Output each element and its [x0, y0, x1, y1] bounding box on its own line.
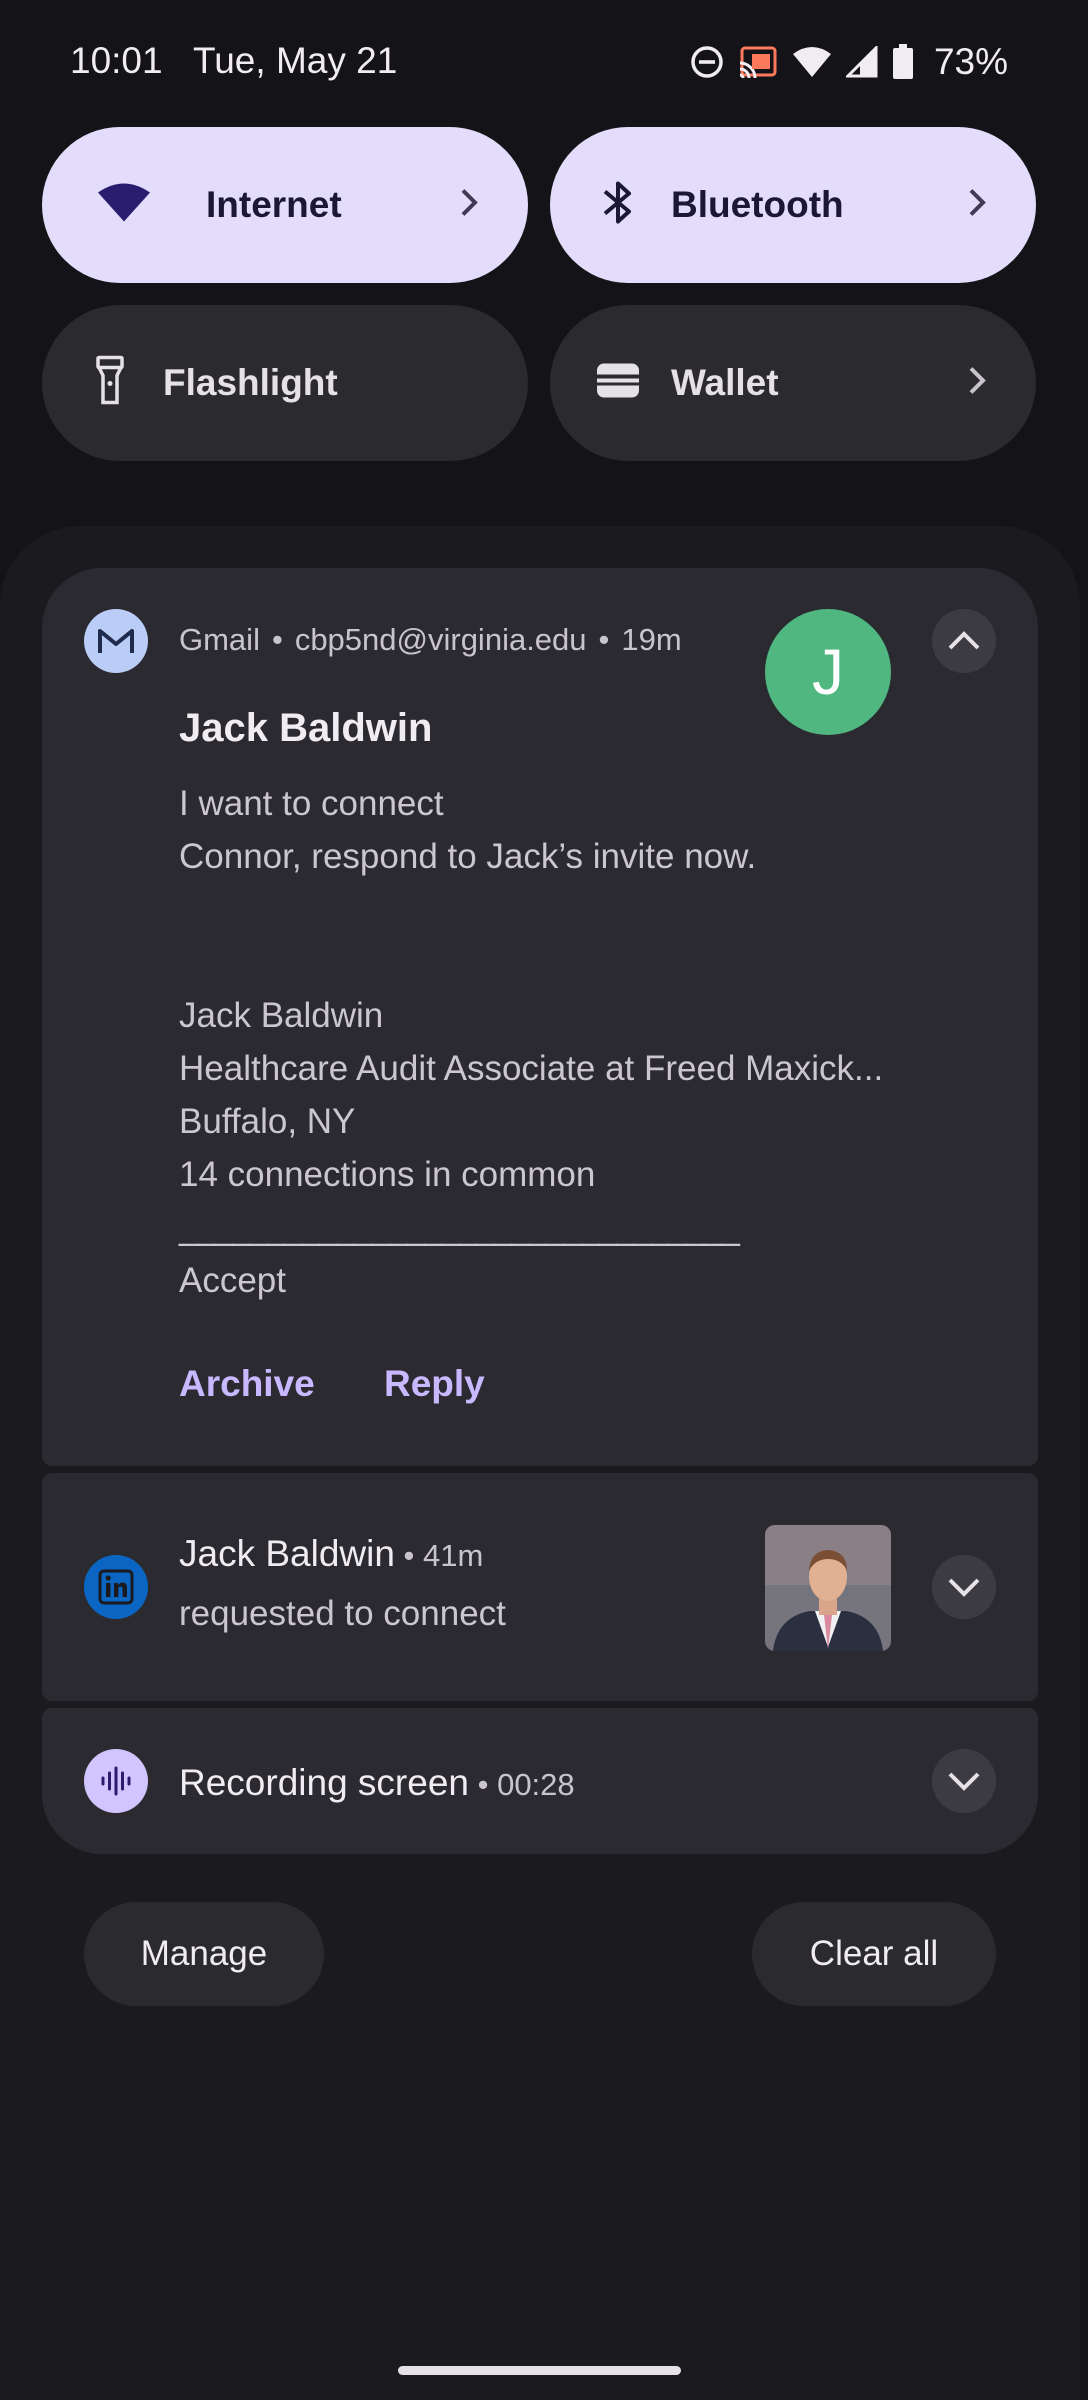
do-not-disturb-icon — [690, 45, 724, 79]
tile-internet[interactable]: Internet — [42, 127, 528, 283]
recording-title: Recording screen • 00:28 — [179, 1762, 575, 1803]
linkedin-icon — [84, 1555, 148, 1619]
battery-percent: 73% — [933, 41, 1008, 82]
gmail-line: 14 connections in common — [179, 1155, 596, 1194]
gmail-line: Connor, respond to Jack’s invite now. — [179, 837, 757, 876]
chevron-down-icon — [948, 1772, 980, 1791]
recording-icon — [84, 1749, 148, 1813]
status-bar: 10:01 Tue, May 21 73% — [0, 0, 1088, 125]
manage-button[interactable]: Manage — [84, 1902, 324, 2006]
flashlight-icon — [95, 355, 125, 411]
signal-icon — [845, 46, 878, 78]
chevron-right-icon — [460, 188, 478, 223]
tile-bluetooth-label: Bluetooth — [671, 184, 844, 225]
bluetooth-icon — [601, 179, 635, 232]
tile-flashlight-label: Flashlight — [163, 362, 338, 403]
reply-button[interactable]: Reply — [384, 1363, 485, 1405]
linkedin-text: requested to connect — [179, 1594, 506, 1633]
collapse-button[interactable] — [932, 609, 996, 673]
chevron-up-icon — [948, 631, 980, 650]
tile-internet-label: Internet — [206, 184, 342, 225]
gmail-header: Gmail • cbp5nd@virginia.edu • 19m — [179, 622, 682, 657]
gmail-line: I want to connect — [179, 784, 444, 823]
wifi-icon — [97, 183, 151, 228]
linkedin-title: Jack Baldwin • 41m — [179, 1533, 484, 1574]
gmail-sender: Jack Baldwin — [179, 706, 433, 750]
recording-label: Recording screen — [179, 1762, 469, 1803]
gmail-app-name: Gmail — [179, 622, 260, 657]
status-icons: 73% — [690, 40, 1008, 84]
gmail-line: Jack Baldwin — [179, 996, 384, 1035]
home-gesture-handle[interactable] — [398, 2366, 681, 2375]
tile-bluetooth[interactable]: Bluetooth — [550, 127, 1036, 283]
recording-time: 00:28 — [497, 1767, 575, 1802]
expand-button[interactable] — [932, 1749, 996, 1813]
status-date: Tue, May 21 — [193, 40, 398, 81]
linkedin-sender: Jack Baldwin — [179, 1533, 395, 1574]
status-time: 10:01 — [70, 40, 163, 81]
expand-button[interactable] — [932, 1555, 996, 1619]
linkedin-time: 41m — [423, 1538, 484, 1573]
gmail-line: Buffalo, NY — [179, 1102, 356, 1141]
wifi-icon — [792, 46, 832, 78]
gmail-time: 19m — [621, 622, 682, 657]
chevron-down-icon — [948, 1578, 980, 1597]
tile-flashlight[interactable]: Flashlight — [42, 305, 528, 461]
gmail-icon — [84, 609, 148, 673]
gmail-account: cbp5nd@virginia.edu — [294, 622, 587, 657]
tile-wallet-label: Wallet — [671, 362, 779, 403]
sender-avatar: J — [765, 609, 891, 735]
chevron-right-icon — [968, 366, 986, 401]
chevron-right-icon — [968, 188, 986, 223]
cast-icon — [738, 45, 778, 79]
clear-all-button[interactable]: Clear all — [752, 1902, 996, 2006]
gmail-line: Healthcare Audit Associate at Freed Maxi… — [179, 1049, 884, 1088]
gmail-divider-line: ________________________________ — [179, 1208, 740, 1247]
tile-wallet[interactable]: Wallet — [550, 305, 1036, 461]
gmail-line: Accept — [179, 1261, 286, 1300]
archive-button[interactable]: Archive — [179, 1363, 315, 1405]
profile-photo — [765, 1525, 891, 1651]
battery-icon — [892, 44, 914, 80]
wallet-icon — [595, 362, 641, 405]
